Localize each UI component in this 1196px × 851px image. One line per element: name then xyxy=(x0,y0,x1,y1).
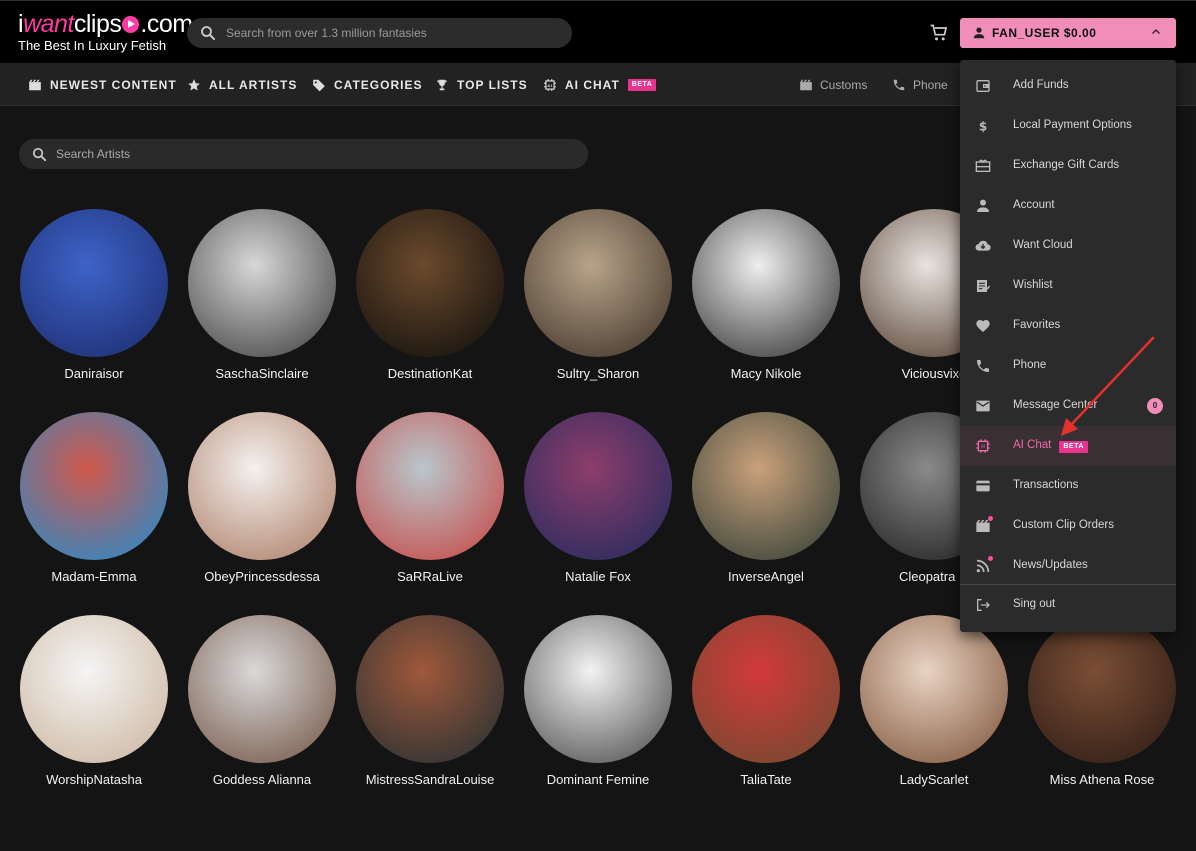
menu-item-custom-clip-orders[interactable]: Custom Clip Orders xyxy=(960,506,1176,546)
playlist-add-icon xyxy=(977,280,991,292)
menu-item-message-center[interactable]: Message Center 0 xyxy=(960,386,1176,426)
artist-card[interactable]: LadyScarlet xyxy=(850,615,1018,787)
wallet-icon xyxy=(976,80,990,92)
artist-card[interactable]: SaRRaLive xyxy=(346,412,514,584)
artist-avatar[interactable] xyxy=(356,615,504,763)
artist-name[interactable]: SaschaSinclaire xyxy=(178,366,346,381)
artist-avatar[interactable] xyxy=(524,412,672,560)
artist-card[interactable]: Miss Athena Rose xyxy=(1018,615,1186,787)
artist-name[interactable]: Madam-Emma xyxy=(10,569,178,584)
menu-item-phone[interactable]: Phone xyxy=(960,346,1176,386)
menu-item-local-payment-options[interactable]: $ Local Payment Options xyxy=(960,106,1176,146)
artist-avatar[interactable] xyxy=(1028,615,1176,763)
artist-card[interactable]: InverseAngel xyxy=(682,412,850,584)
menu-item-label: Transactions xyxy=(1013,479,1079,491)
artist-avatar[interactable] xyxy=(860,615,1008,763)
artist-name[interactable]: DestinationKat xyxy=(346,366,514,381)
menu-item-exchange-gift-cards[interactable]: Exchange Gift Cards xyxy=(960,146,1176,186)
menu-item-favorites[interactable]: Favorites xyxy=(960,306,1176,346)
artist-name[interactable]: LadyScarlet xyxy=(850,772,1018,787)
menu-item-label: Add Funds xyxy=(1013,79,1069,91)
dollar-icon: $ xyxy=(979,120,987,134)
artist-card[interactable]: ObeyPrincessdessa xyxy=(178,412,346,584)
menu-item-ai-chat[interactable]: AI AI Chat BETA xyxy=(960,426,1176,466)
artist-avatar[interactable] xyxy=(188,412,336,560)
artist-card[interactable]: WorshipNatasha xyxy=(10,615,178,787)
credit-card-icon xyxy=(976,480,990,492)
artist-card[interactable]: Goddess Alianna xyxy=(178,615,346,787)
artist-name[interactable]: Daniraisor xyxy=(10,366,178,381)
menu-item-label: News/Updates xyxy=(1013,559,1088,571)
menu-item-transactions[interactable]: Transactions xyxy=(960,466,1176,506)
artist-card[interactable]: Sultry_Sharon xyxy=(514,209,682,381)
artist-name[interactable]: Macy Nikole xyxy=(682,366,850,381)
artist-card[interactable]: DestinationKat xyxy=(346,209,514,381)
artist-name[interactable]: Dominant Femine xyxy=(514,772,682,787)
artist-name[interactable]: TaliaTate xyxy=(682,772,850,787)
menu-item-label: Wishlist xyxy=(1013,279,1053,291)
mail-icon xyxy=(976,400,990,412)
svg-text:$: $ xyxy=(979,120,987,134)
artist-avatar[interactable] xyxy=(20,412,168,560)
menu-item-label: Message Center xyxy=(1013,399,1098,411)
artist-avatar[interactable] xyxy=(356,412,504,560)
menu-item-label: Exchange Gift Cards xyxy=(1013,159,1120,171)
artist-card[interactable]: Macy Nikole xyxy=(682,209,850,381)
artist-avatar[interactable] xyxy=(524,615,672,763)
svg-text:AI: AI xyxy=(981,444,985,449)
artist-card[interactable]: Natalie Fox xyxy=(514,412,682,584)
artist-avatar[interactable] xyxy=(692,209,840,357)
artist-card[interactable]: TaliaTate xyxy=(682,615,850,787)
menu-item-label: Favorites xyxy=(1013,319,1061,331)
artist-avatar[interactable] xyxy=(356,209,504,357)
artist-name[interactable]: Sultry_Sharon xyxy=(514,366,682,381)
artist-name[interactable]: ObeyPrincessdessa xyxy=(178,569,346,584)
artist-avatar[interactable] xyxy=(692,412,840,560)
logout-icon xyxy=(977,599,990,611)
artist-name[interactable]: Goddess Alianna xyxy=(178,772,346,787)
menu-item-label: Account xyxy=(1013,199,1055,211)
artist-avatar[interactable] xyxy=(188,615,336,763)
chip-icon: AI xyxy=(976,439,990,453)
person-icon xyxy=(977,199,989,212)
menu-item-news-updates[interactable]: News/Updates xyxy=(960,546,1176,586)
artist-avatar[interactable] xyxy=(524,209,672,357)
menu-item-wishlist[interactable]: Wishlist xyxy=(960,266,1176,306)
menu-item-label: Want Cloud xyxy=(1013,239,1073,251)
menu-item-label: Sing out xyxy=(1013,598,1056,610)
artist-avatar[interactable] xyxy=(692,615,840,763)
artist-name[interactable]: Natalie Fox xyxy=(514,569,682,584)
artist-avatar[interactable] xyxy=(188,209,336,357)
artist-name[interactable]: SaRRaLive xyxy=(346,569,514,584)
artist-card[interactable]: MistressSandraLouise xyxy=(346,615,514,787)
menu-item-label: Phone xyxy=(1013,359,1047,371)
artist-avatar[interactable] xyxy=(20,209,168,357)
menu-item-label: Custom Clip Orders xyxy=(1013,519,1114,531)
artist-card[interactable]: SaschaSinclaire xyxy=(178,209,346,381)
menu-item-add-funds[interactable]: Add Funds xyxy=(960,66,1176,106)
notification-dot xyxy=(988,516,993,521)
message-count-badge: 0 xyxy=(1147,398,1163,414)
menu-item-want-cloud[interactable]: Want Cloud xyxy=(960,226,1176,266)
menu-item-label: Local Payment Options xyxy=(1013,119,1132,131)
artist-name[interactable]: WorshipNatasha xyxy=(10,772,178,787)
menu-item-label: AI Chat BETA xyxy=(1013,439,1088,453)
menu-item-account[interactable]: Account xyxy=(960,186,1176,226)
artist-avatar[interactable] xyxy=(20,615,168,763)
beta-badge: BETA xyxy=(1059,441,1088,453)
cloud-download-icon xyxy=(975,240,991,251)
user-dropdown-menu: Add Funds $ Local Payment Options Exchange … xyxy=(960,60,1176,632)
notification-dot xyxy=(988,556,993,561)
menu-item-sing-out[interactable]: Sing out xyxy=(960,585,1176,625)
artist-name[interactable]: MistressSandraLouise xyxy=(346,772,514,787)
artist-card[interactable]: Madam-Emma xyxy=(10,412,178,584)
gift-card-icon xyxy=(975,159,991,172)
heart-icon xyxy=(976,320,990,332)
artist-name[interactable]: Miss Athena Rose xyxy=(1018,772,1186,787)
artist-name[interactable]: InverseAngel xyxy=(682,569,850,584)
phone-icon xyxy=(977,360,989,372)
artist-card[interactable]: Daniraisor xyxy=(10,209,178,381)
artist-card[interactable]: Dominant Femine xyxy=(514,615,682,787)
